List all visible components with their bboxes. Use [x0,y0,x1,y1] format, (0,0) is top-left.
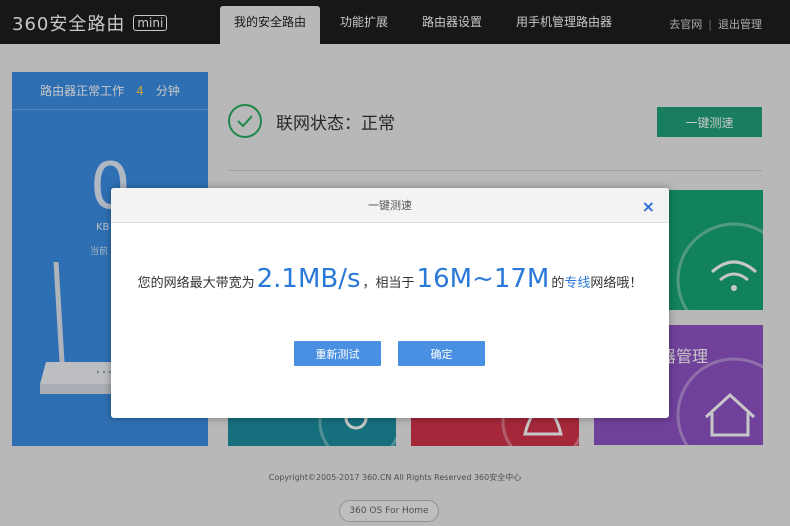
msg-of: 的 [551,276,565,291]
confirm-button[interactable]: 确定 [398,341,485,366]
speed-result-message: 您的网络最大带宽为 2.1MB/s ，相当于 16M~17M 的 专线 网络哦！ [111,264,669,294]
dialog-title: 一键测速 [368,199,412,212]
retest-button[interactable]: 重新测试 [294,341,381,366]
msg-suffix: 网络哦！ [590,276,643,291]
line-type: 专线 [564,276,591,291]
close-icon[interactable]: × [642,197,655,216]
dialog-header: 一键测速 × [111,188,669,223]
msg-mid: ，相当于 [362,276,415,291]
bandwidth-value: 2.1MB/s [256,264,361,294]
msg-prefix: 您的网络最大带宽为 [137,276,255,291]
speed-test-dialog: 一键测速 × 您的网络最大带宽为 2.1MB/s ，相当于 16M~17M 的 … [111,188,669,418]
equivalent-value: 16M~17M [416,264,550,294]
